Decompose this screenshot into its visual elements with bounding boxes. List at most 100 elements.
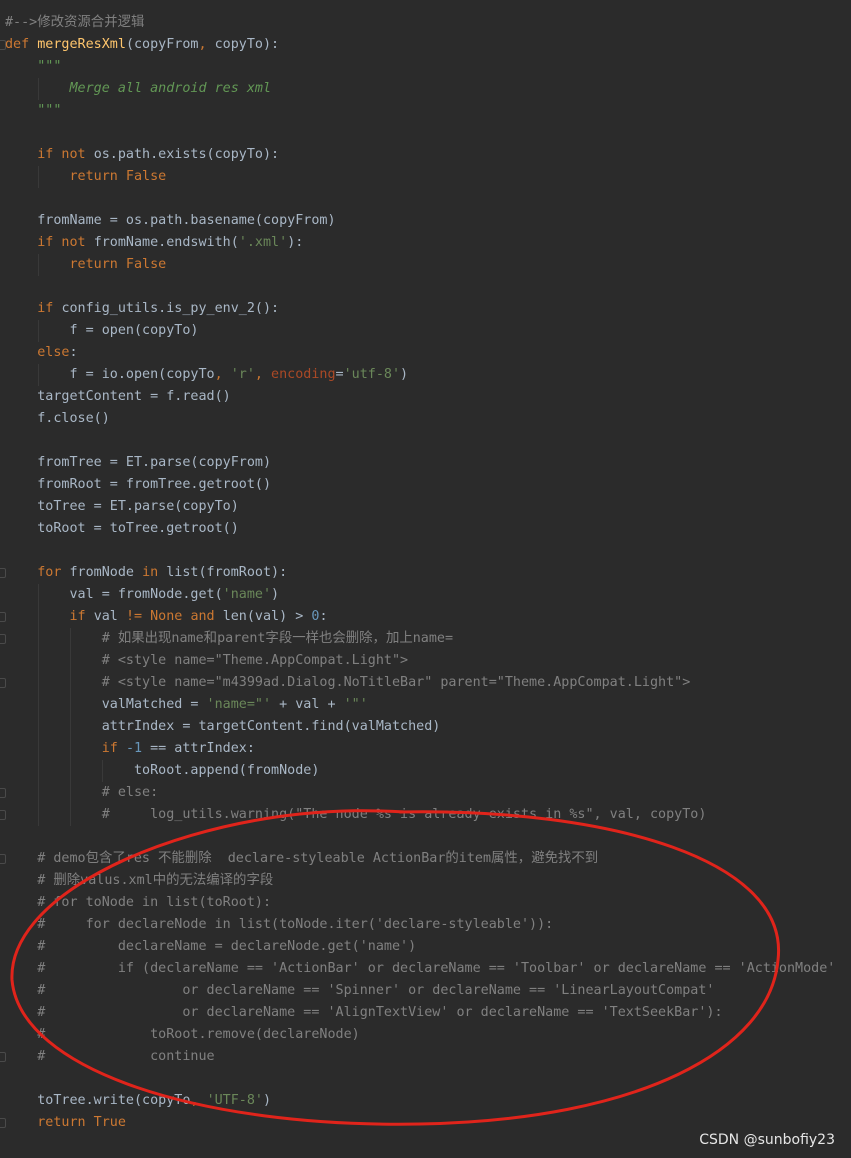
code-line[interactable]: f = io.open(copyTo, 'r', encoding='utf-8… [0,364,851,386]
code-token: val [93,609,126,624]
code-token: -1 [125,741,143,756]
code-line[interactable]: val = fromNode.get('name') [0,584,851,606]
code-line[interactable]: # for toNode in list(toRoot): [0,892,851,914]
code-line[interactable]: targetContent = f.read() [0,386,851,408]
code-text: def mergeResXml(copyFrom, copyTo): [5,34,279,56]
code-line[interactable] [0,122,851,144]
code-text: return False [5,166,166,188]
code-token: toRoot = toTree.getroot() [5,521,239,536]
code-line[interactable]: fromTree = ET.parse(copyFrom) [0,452,851,474]
code-token: # <style name="Theme.AppCompat.Light"> [5,653,409,668]
code-line[interactable]: # declareName = declareNode.get('name') [0,936,851,958]
code-line[interactable]: # toRoot.remove(declareNode) [0,1024,851,1046]
code-line[interactable]: if config_utils.is_py_env_2(): [0,298,851,320]
code-line[interactable] [0,1068,851,1090]
code-token: attrIndex = targetContent.find(valMatche… [5,719,441,734]
code-token: if not [5,147,94,162]
code-line[interactable]: # 删除valus.xml中的无法编译的字段 [0,870,851,892]
code-line[interactable]: # continue [0,1046,851,1068]
code-line[interactable]: return False [0,254,851,276]
code-line[interactable]: # <style name="Theme.AppCompat.Light"> [0,650,851,672]
code-line[interactable]: attrIndex = targetContent.find(valMatche… [0,716,851,738]
code-token: ) [271,587,280,602]
code-line[interactable]: def mergeResXml(copyFrom, copyTo): [0,34,851,56]
code-line[interactable]: # or declareName == 'Spinner' or declare… [0,980,851,1002]
code-token: == attrIndex: [142,741,255,756]
code-token: ): [287,235,304,250]
code-line[interactable]: toRoot.append(fromNode) [0,760,851,782]
code-token: ): [263,37,280,52]
code-line[interactable] [0,430,851,452]
code-token: os.path.exists(copyTo): [93,147,280,162]
code-text: # demo包含了res 不能删除 declare-styleable Acti… [5,848,598,870]
code-line[interactable]: # 如果出现name和parent字段一样也会删除，加上name= [0,628,851,650]
code-token: in [142,565,167,580]
code-line[interactable]: valMatched = 'name="' + val + '"' [0,694,851,716]
code-token: else [5,345,70,360]
code-editor[interactable]: #-->修改资源合并逻辑 def mergeResXml(copyFrom, co… [0,12,851,1134]
code-token: return False [5,169,167,184]
code-token: != None [125,609,191,624]
code-text: targetContent = f.read() [5,386,231,408]
code-line[interactable]: else: [0,342,851,364]
code-token: list(fromRoot): [166,565,288,580]
code-line[interactable]: f = open(copyTo) [0,320,851,342]
code-text: if config_utils.is_py_env_2(): [5,298,279,320]
code-token: # continue [5,1049,215,1064]
code-line[interactable]: """ [0,56,851,78]
code-line[interactable]: # for declareNode in list(toNode.iter('d… [0,914,851,936]
code-token: ) [400,367,409,382]
code-line[interactable]: toRoot = toTree.getroot() [0,518,851,540]
code-line[interactable] [0,276,851,298]
code-line[interactable]: # <style name="m4399ad.Dialog.NoTitleBar… [0,672,851,694]
code-text: attrIndex = targetContent.find(valMatche… [5,716,441,738]
code-line[interactable]: if not os.path.exists(copyTo): [0,144,851,166]
code-line[interactable]: fromRoot = fromTree.getroot() [0,474,851,496]
code-token: f = open(copyTo) [5,323,199,338]
code-token: fromTree = ET.parse(copyFrom) [5,455,272,470]
code-line[interactable]: # if (declareName == 'ActionBar' or decl… [0,958,851,980]
code-line[interactable]: return False [0,166,851,188]
code-line[interactable]: #-->修改资源合并逻辑 [0,12,851,34]
code-token: 'UTF-8' [206,1093,263,1108]
csdn-watermark: CSDN @sunbofiy23 [699,1132,835,1148]
code-line[interactable]: fromName = os.path.basename(copyFrom) [0,210,851,232]
code-line[interactable]: Merge all android res xml [0,78,851,100]
code-line[interactable]: # demo包含了res 不能删除 declare-styleable Acti… [0,848,851,870]
code-line[interactable] [0,540,851,562]
code-line[interactable]: # or declareName == 'AlignTextView' or d… [0,1002,851,1024]
code-token: return False [5,257,167,272]
code-token: # or declareName == 'Spinner' or declare… [5,983,715,998]
code-line[interactable]: f.close() [0,408,851,430]
code-line[interactable]: """ [0,100,851,122]
code-line[interactable]: toTree.write(copyTo, 'UTF-8') [0,1090,851,1112]
code-line[interactable]: # else: [0,782,851,804]
code-token: , [214,367,231,382]
code-token: for [5,565,70,580]
code-token: # demo包含了res 不能删除 declare-styleable Acti… [5,851,599,866]
code-token: # declareName = declareNode.get('name') [5,939,417,954]
code-line[interactable]: if val != None and len(val) > 0: [0,606,851,628]
code-line[interactable]: return True [0,1112,851,1134]
code-token: # if (declareName == 'ActionBar' or decl… [5,961,836,976]
code-line[interactable] [0,826,851,848]
code-text: fromName = os.path.basename(copyFrom) [5,210,335,232]
code-token: def [5,37,38,52]
code-text: # continue [5,1046,215,1068]
code-token: """ [5,103,62,118]
code-text: if -1 == attrIndex: [5,738,255,760]
code-line[interactable] [0,188,851,210]
code-line[interactable]: toTree = ET.parse(copyTo) [0,496,851,518]
code-line[interactable]: # log_utils.warning("The node %s is alre… [0,804,851,826]
code-line[interactable]: for fromNode in list(fromRoot): [0,562,851,584]
code-line[interactable]: if not fromName.endswith('.xml'): [0,232,851,254]
code-token: fromRoot = fromTree.getroot() [5,477,272,492]
code-text: toRoot = toTree.getroot() [5,518,239,540]
code-text: toRoot.append(fromNode) [5,760,319,782]
code-token: val = fromNode.get( [5,587,223,602]
code-text: return True [5,1112,126,1134]
code-token: Merge all android res xml [5,81,272,96]
code-token: # else: [5,785,159,800]
code-text: """ [5,100,61,122]
code-line[interactable]: if -1 == attrIndex: [0,738,851,760]
